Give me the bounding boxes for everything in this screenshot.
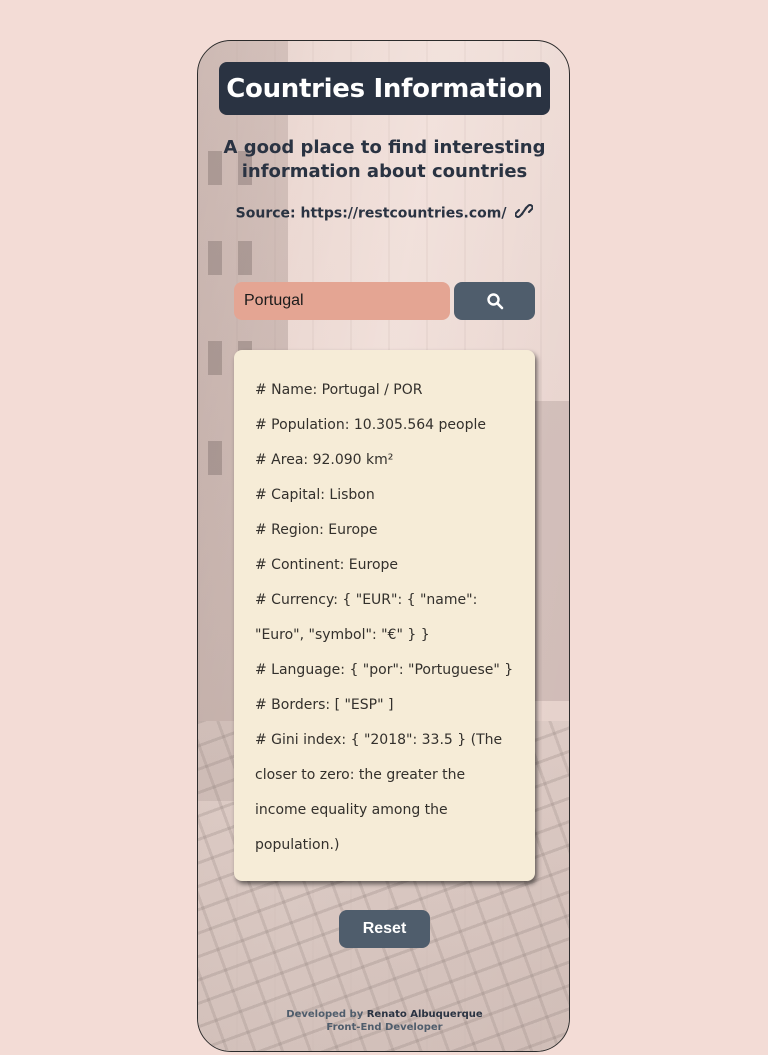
info-currency: # Currency: { "EUR": { "name": xyxy=(255,592,478,608)
page-subtitle: A good place to find interesting informa… xyxy=(223,137,546,182)
info-gini-cont-1: closer to zero: the greater the xyxy=(255,767,466,783)
app-card: Countries Information A good place to fi… xyxy=(197,40,570,1052)
info-continent: # Continent: Europe xyxy=(255,557,399,573)
page-title: Countries Information xyxy=(226,73,543,104)
info-borders: # Borders: [ "ESP" ] xyxy=(255,697,394,713)
source-link[interactable]: Source: https://restcountries.com/ xyxy=(198,204,569,223)
title-box: Countries Information xyxy=(219,62,550,115)
link-icon[interactable] xyxy=(514,204,534,223)
info-currency-cont: "Euro", "symbol": "€" } } xyxy=(255,627,430,643)
info-area: # Area: 92.090 km² xyxy=(255,452,394,468)
search-button[interactable] xyxy=(454,282,535,320)
info-name: # Name: Portugal / POR xyxy=(255,382,423,398)
footer-developed-by: Developed by xyxy=(286,1009,364,1020)
country-search-input[interactable] xyxy=(234,282,450,320)
info-capital: # Capital: Lisbon xyxy=(255,487,375,503)
source-label[interactable]: Source: https://restcountries.com/ xyxy=(236,206,507,222)
reset-button[interactable]: Reset xyxy=(339,910,430,948)
info-region: # Region: Europe xyxy=(255,522,378,538)
info-gini-cont-3: population.) xyxy=(255,837,340,853)
background-building-right xyxy=(529,401,569,701)
footer-credit: Developed by Renato Albuquerque xyxy=(198,1008,569,1021)
footer-author: Renato Albuquerque xyxy=(366,1009,483,1020)
info-population: # Population: 10.305.564 people xyxy=(255,417,486,433)
footer: Developed by Renato Albuquerque Front-En… xyxy=(198,1008,569,1034)
footer-role: Front-End Developer xyxy=(326,1022,443,1033)
country-info-card: # Name: Portugal / POR # Population: 10.… xyxy=(234,350,535,881)
info-gini: # Gini index: { "2018": 33.5 } (The xyxy=(255,732,503,748)
info-gini-cont-2: income equality among the xyxy=(255,802,448,818)
search-icon xyxy=(486,293,503,310)
info-language: # Language: { "por": "Portuguese" } xyxy=(255,662,514,678)
